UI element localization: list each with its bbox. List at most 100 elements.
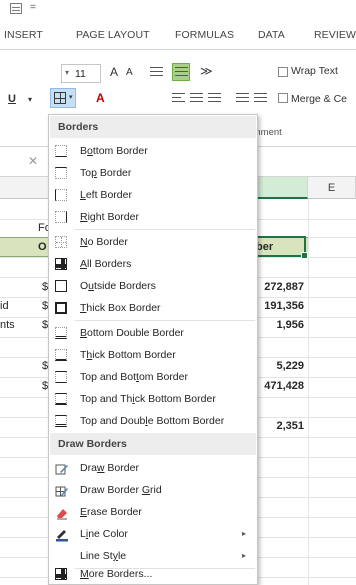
borders-button[interactable]: ▾ [50,88,76,108]
underline-button[interactable]: U [8,93,16,105]
font-size-select[interactable]: ▾ 11 [61,64,101,83]
column-header-e[interactable]: E [308,177,356,199]
all-borders-icon [55,258,68,270]
tab-insert[interactable]: INSERT [4,29,43,41]
top-thick-bottom-border-icon [55,393,68,405]
menu-item-bottom-border[interactable]: Bottom Border [50,140,256,162]
bottom-border-icon [55,145,68,157]
menu-item-more-borders[interactable]: More Borders... [50,563,256,585]
quick-access-icon[interactable] [10,3,22,14]
left-border-icon [55,189,68,201]
cell-label-o: O [38,241,47,253]
menu-section-borders: Borders [50,116,256,138]
orientation-button[interactable]: ≫ [200,64,213,78]
cancel-icon[interactable]: ✕ [28,154,38,168]
menu-separator [75,229,255,230]
menu-item-line-color[interactable]: Line Color ▸ [50,523,256,545]
merge-center-button[interactable]: Merge & Ce [291,93,347,105]
pencil-icon [55,462,68,475]
increase-indent-icon[interactable] [254,93,267,104]
ribbon-tabs: INSERT PAGE LAYOUT FORMULAS DATA REVIEW [0,20,356,50]
menu-separator [75,320,255,321]
tab-data[interactable]: DATA [258,29,285,41]
align-top-icon[interactable] [150,67,163,78]
borders-menu: Borders Bottom Border Top Border Left Bo… [48,114,258,585]
menu-item-label: No Border [80,236,128,248]
menu-item-label: Line Color [80,528,128,540]
menu-item-label: Top Border [80,167,132,179]
menu-item-label: Thick Box Border [80,302,161,314]
menu-item-label: Outside Borders [80,280,156,292]
menu-item-erase-border[interactable]: Erase Border [50,501,256,523]
gridline [308,199,309,585]
align-middle-icon [175,67,188,78]
top-border-icon [55,167,68,179]
menu-item-label: Bottom Double Border [80,327,184,339]
menu-item-label: Top and Bottom Border [80,371,188,383]
menu-item-label: Bottom Border [80,145,148,157]
menu-item-label: Draw Border [80,462,139,474]
tab-review[interactable]: REVIEW [314,29,356,41]
menu-item-label: More Borders... [80,568,153,580]
menu-item-label: Thick Bottom Border [80,349,176,361]
more-borders-icon [55,568,68,580]
eraser-icon [55,506,68,520]
menu-item-label: Erase Border [80,506,142,518]
menu-item-top-border[interactable]: Top Border [50,162,256,184]
submenu-arrow-icon: ▸ [241,529,246,538]
menu-item-bottom-double-border[interactable]: Bottom Double Border [50,322,256,344]
menu-item-no-border[interactable]: No Border [50,231,256,253]
top-bottom-border-icon [55,371,68,383]
grow-font-button[interactable]: A [110,65,118,79]
menu-item-draw-border-grid[interactable]: Draw Border Grid [50,479,256,501]
menu-item-label: Top and Double Bottom Border [80,415,225,427]
shrink-font-button[interactable]: A [126,67,133,78]
underline-dropdown-icon[interactable]: ▾ [28,95,32,104]
align-right-icon[interactable] [208,93,221,104]
menu-item-thick-bottom-border[interactable]: Thick Bottom Border [50,344,256,366]
cell-row-label: nts [0,319,15,331]
tab-page-layout[interactable]: PAGE LAYOUT [76,29,150,41]
bottom-double-border-icon [55,327,68,339]
menu-item-outside-borders[interactable]: Outside Borders [50,275,256,297]
menu-item-top-double-bottom-border[interactable]: Top and Double Bottom Border [50,410,256,432]
menu-item-label: All Borders [80,258,132,270]
grid-pencil-icon [55,484,68,497]
decrease-indent-icon[interactable] [236,93,249,104]
menu-item-right-border[interactable]: Right Border [50,206,256,228]
excel-window: = INSERT PAGE LAYOUT FORMULAS DATA REVIE… [0,0,356,585]
wrap-text-icon [278,67,288,77]
font-size-value: 11 [75,68,86,80]
menu-item-all-borders[interactable]: All Borders [50,253,256,275]
wrap-text-button[interactable]: Wrap Text [291,65,338,77]
outside-borders-icon [55,280,68,292]
tab-formulas[interactable]: FORMULAS [175,29,234,41]
menu-item-top-bottom-border[interactable]: Top and Bottom Border [50,366,256,388]
menu-item-thick-box-border[interactable]: Thick Box Border [50,297,256,319]
menu-item-label: Right Border [80,211,139,223]
thick-box-border-icon [55,302,68,314]
menu-item-label: Left Border [80,189,132,201]
font-size-dropdown-icon: ▾ [65,68,70,77]
merge-center-icon [278,93,288,103]
menu-section-draw-borders: Draw Borders [50,433,256,455]
align-left-icon[interactable] [172,93,185,104]
menu-item-top-thick-bottom-border[interactable]: Top and Thick Bottom Border [50,388,256,410]
line-color-icon [55,528,68,542]
borders-dropdown-icon: ▾ [69,94,73,101]
right-border-icon [55,211,68,223]
title-bar: = [0,0,356,20]
top-double-bottom-border-icon [55,415,68,427]
thick-bottom-border-icon [55,349,68,361]
align-center-icon[interactable] [190,93,203,104]
font-color-button[interactable]: A [96,91,105,105]
no-border-icon [55,236,68,248]
menu-item-draw-border[interactable]: Draw Border [50,457,256,479]
cell-row-label: id [0,300,9,312]
menu-item-label: Top and Thick Bottom Border [80,393,216,405]
borders-icon [54,92,66,104]
align-middle-button[interactable] [172,63,190,81]
menu-item-left-border[interactable]: Left Border [50,184,256,206]
cell-header-ber: ber [256,241,274,253]
quick-access-dropdown[interactable]: = [30,2,36,13]
